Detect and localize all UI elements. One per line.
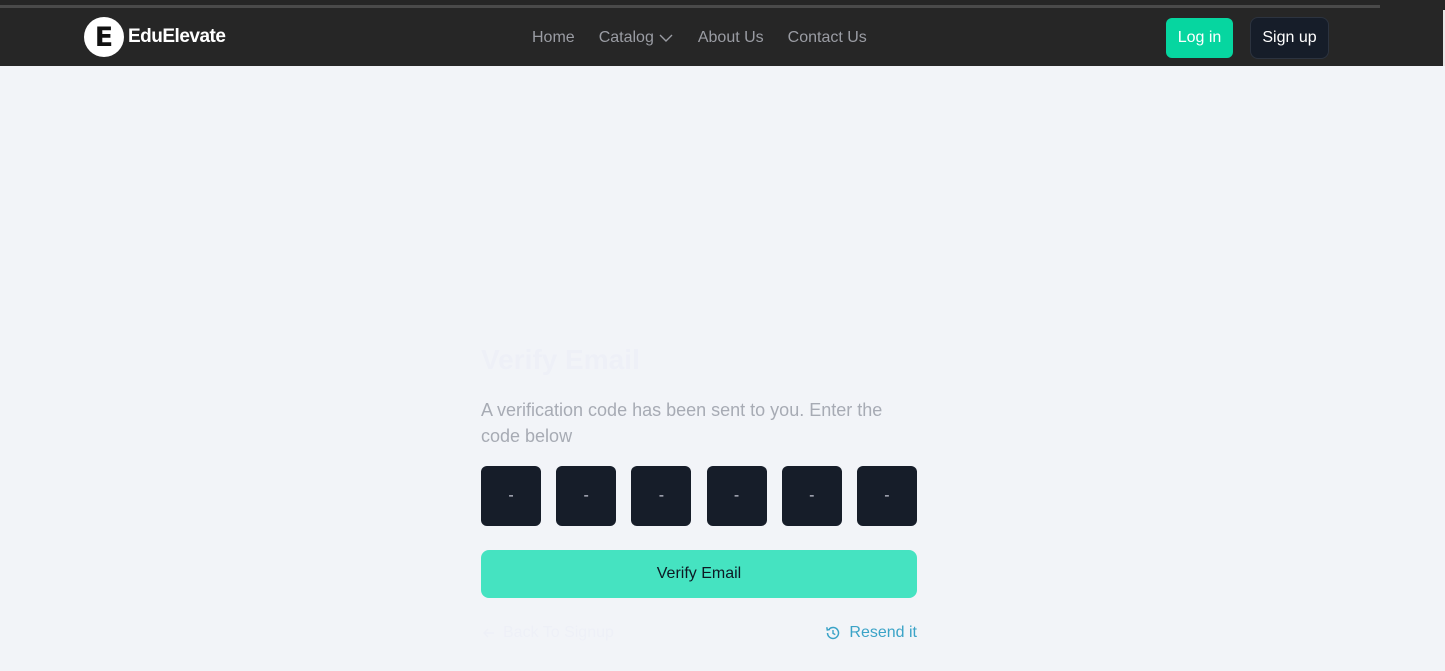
page-title: Verify Email <box>481 344 640 375</box>
resend-label: Resend it <box>849 624 917 641</box>
login-button[interactable]: Log in <box>1166 18 1233 58</box>
nav-link-home-label: Home <box>532 29 575 46</box>
verify-email-card: Verify Email A verification code has bee… <box>481 340 917 642</box>
history-icon <box>826 626 840 640</box>
otp-input-row <box>481 466 917 526</box>
otp-input-5[interactable] <box>781 466 842 526</box>
arrow-left-icon <box>482 628 494 638</box>
nav-link-contact-label: Contact Us <box>787 29 867 46</box>
resend-link[interactable]: Resend it <box>825 624 917 642</box>
nav-link-about-label: About Us <box>697 29 764 46</box>
nav-link-catalog-label: Catalog <box>598 29 654 46</box>
navbar: E EduElevate Home Catalog About Us Conta… <box>0 10 1445 66</box>
logo-letter: E <box>94 21 114 53</box>
otp-input-3[interactable] <box>631 466 692 526</box>
back-to-signup-label: Back To Signup <box>503 624 614 641</box>
nav-link-about[interactable]: About Us <box>698 29 764 47</box>
top-divider-line <box>0 5 1380 8</box>
otp-input-1[interactable] <box>481 466 541 526</box>
logo-mark: E <box>84 17 124 57</box>
otp-input-2[interactable] <box>556 466 617 526</box>
nav-link-contact[interactable]: Contact Us <box>788 29 867 47</box>
chevron-down-icon <box>659 34 673 42</box>
verify-email-button[interactable]: Verify Email <box>481 550 917 598</box>
brand-name: EduElevate <box>128 26 226 47</box>
card-footer: Back To Signup Resend it <box>481 624 917 642</box>
nav-link-home[interactable]: Home <box>532 29 575 47</box>
nav-link-catalog[interactable]: Catalog <box>599 29 674 47</box>
verification-description: A verification code has been sent to you… <box>481 400 883 446</box>
otp-input-6[interactable] <box>856 466 917 526</box>
back-to-signup-link[interactable]: Back To Signup <box>481 624 614 642</box>
browser-top-strip <box>0 0 1445 10</box>
signup-button[interactable]: Sign up <box>1250 17 1329 59</box>
nav-links: Home Catalog About Us Contact Us <box>532 10 867 66</box>
logo[interactable]: E EduElevate <box>84 17 226 57</box>
otp-input-4[interactable] <box>706 466 767 526</box>
